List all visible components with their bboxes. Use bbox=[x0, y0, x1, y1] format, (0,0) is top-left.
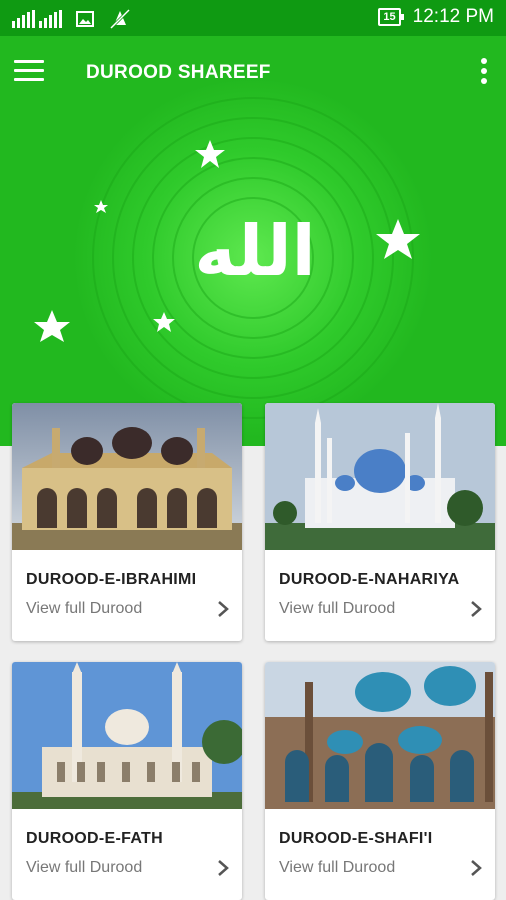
card-subtitle: View full Durood bbox=[26, 859, 143, 876]
card-durood-fath[interactable]: DUROOD-E-FATH View full Durood bbox=[12, 662, 242, 900]
card-durood-shafii[interactable]: DUROOD-E-SHAFI'I View full Durood bbox=[265, 662, 495, 900]
signal-icon bbox=[12, 10, 62, 28]
card-image-mosque bbox=[12, 403, 242, 550]
card-image-mosque bbox=[265, 662, 495, 809]
app-title: DUROOD SHAREEF bbox=[86, 62, 271, 83]
card-image-mosque bbox=[265, 403, 495, 550]
hamburger-menu-icon[interactable] bbox=[14, 60, 44, 86]
card-title: DUROOD-E-FATH bbox=[26, 830, 163, 847]
battery-icon: 15 bbox=[378, 8, 404, 26]
chevron-right-icon bbox=[218, 860, 229, 876]
status-icons-left bbox=[12, 7, 132, 31]
chevron-right-icon bbox=[471, 860, 482, 876]
allah-calligraphy: الله bbox=[194, 210, 316, 292]
card-durood-nahariya[interactable]: DUROOD-E-NAHARIYA View full Durood bbox=[265, 403, 495, 641]
clock: 12:12 PM bbox=[412, 6, 494, 27]
image-icon bbox=[76, 11, 94, 27]
no-sync-icon bbox=[109, 8, 131, 30]
card-title: DUROOD-E-NAHARIYA bbox=[279, 571, 460, 588]
card-subtitle: View full Durood bbox=[279, 859, 396, 876]
card-image-mosque bbox=[12, 662, 242, 809]
card-durood-ibrahimi[interactable]: DUROOD-E-IBRAHIMI View full Durood bbox=[12, 403, 242, 641]
status-bar: 15 12:12 PM bbox=[0, 0, 506, 36]
more-vert-icon[interactable] bbox=[474, 58, 494, 92]
card-subtitle: View full Durood bbox=[26, 600, 143, 617]
app-bar: DUROOD SHAREEF bbox=[0, 36, 506, 112]
card-subtitle: View full Durood bbox=[279, 600, 396, 617]
chevron-right-icon bbox=[218, 601, 229, 617]
card-title: DUROOD-E-SHAFI'I bbox=[279, 830, 433, 847]
card-title: DUROOD-E-IBRAHIMI bbox=[26, 571, 197, 588]
status-icons-right: 15 12:12 PM bbox=[378, 6, 494, 28]
chevron-right-icon bbox=[471, 601, 482, 617]
